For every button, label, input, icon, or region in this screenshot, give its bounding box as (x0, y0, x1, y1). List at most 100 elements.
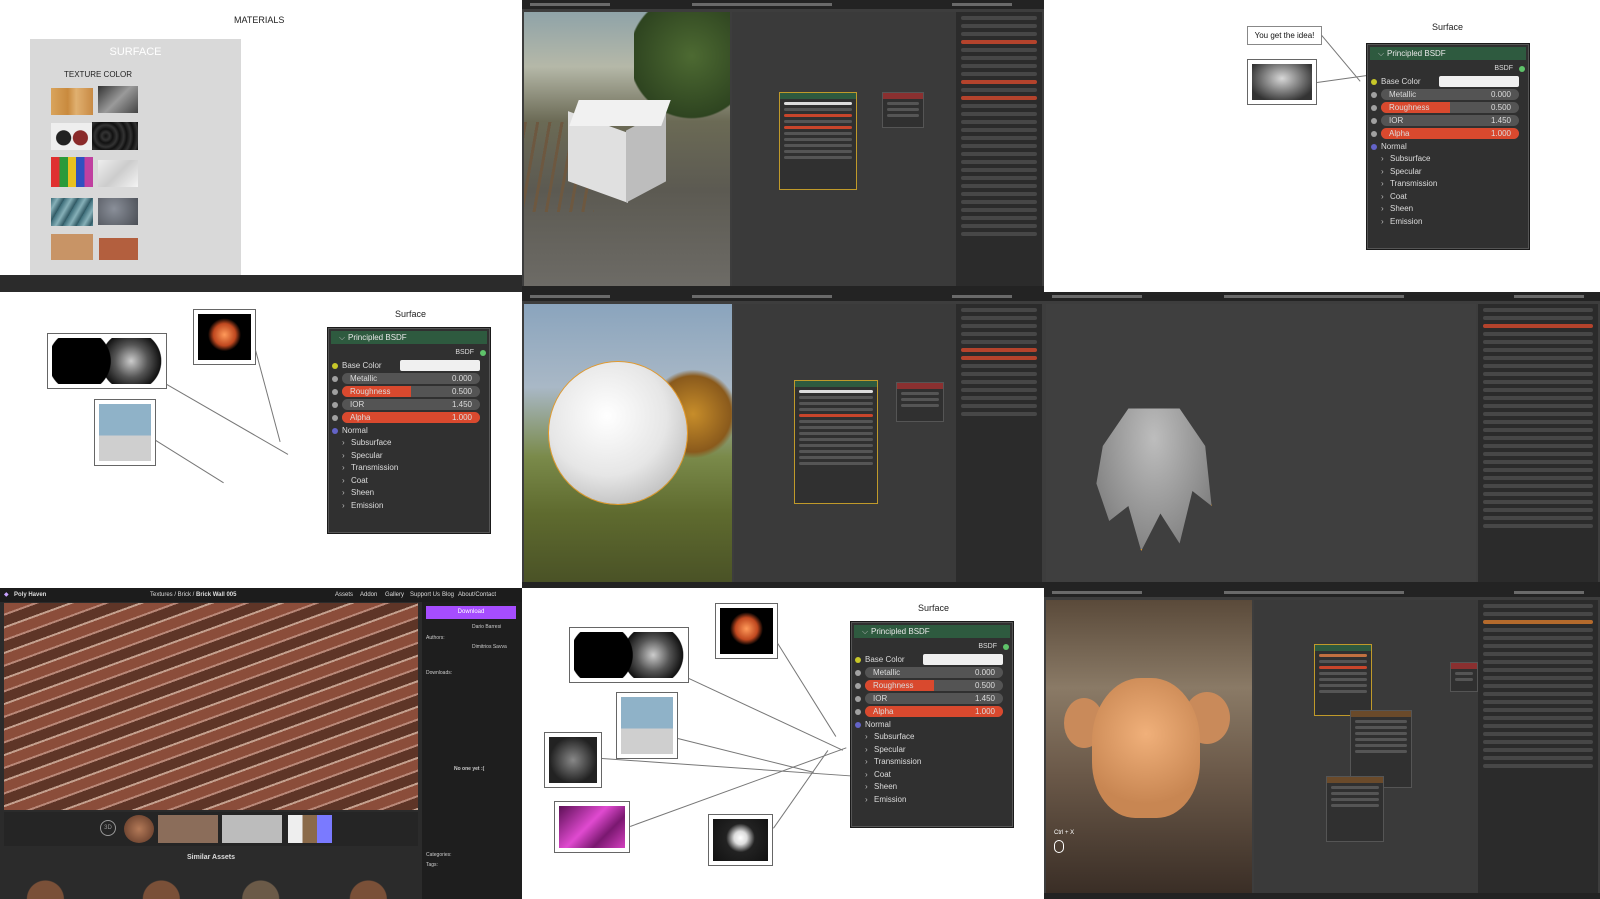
roughness-row[interactable]: Roughness 0.500 (328, 385, 490, 398)
base-color-row[interactable]: Base Color (851, 653, 1013, 666)
subpanel-transmission[interactable]: › Transmission (1367, 178, 1529, 191)
properties-panel[interactable] (1478, 600, 1598, 893)
base-color-swatch[interactable] (400, 360, 480, 371)
alpha-row[interactable]: Alpha 1.000 (328, 411, 490, 424)
material-output-node[interactable] (1450, 662, 1478, 692)
blender-menu-bar[interactable] (1044, 292, 1600, 301)
polyhaven-brand[interactable]: Poly Haven (14, 588, 46, 602)
subpanel-sheen[interactable]: › Sheen (328, 487, 490, 500)
connector-line (166, 384, 289, 455)
image-node[interactable] (1326, 776, 1384, 842)
base-color-row[interactable]: Base Color (1367, 75, 1529, 88)
principled-header[interactable]: ⌵ Principled BSDF (331, 331, 487, 344)
properties-panel[interactable] (956, 12, 1042, 286)
subpanel-emission[interactable]: › Emission (328, 500, 490, 513)
similar-assets-row (4, 868, 418, 899)
subpanel-subsurface[interactable]: › Subsurface (328, 437, 490, 450)
principled-header[interactable]: ⌵ Principled BSDF (854, 625, 1010, 638)
surface-title: Surface (918, 603, 950, 613)
blender-status-bar (1044, 893, 1600, 899)
base-color-swatch[interactable] (1439, 76, 1519, 87)
principled-node[interactable] (794, 380, 878, 504)
metallic-row[interactable]: Metallic 0.000 (328, 372, 490, 385)
subpanel-emission[interactable]: › Emission (1367, 216, 1529, 229)
principled-node[interactable] (1314, 644, 1372, 716)
ior-row[interactable]: IOR 1.450 (851, 692, 1013, 705)
polyhaven-window: ◆ Poly Haven Textures / Brick / Brick Wa… (0, 588, 522, 899)
node-editor[interactable] (1254, 600, 1478, 893)
nav-blog[interactable]: Blog (442, 588, 454, 602)
material-output-node[interactable] (896, 382, 944, 422)
subpanel-transmission[interactable]: › Transmission (328, 462, 490, 475)
subpanel-sheen[interactable]: › Sheen (1367, 203, 1529, 216)
head-backlit-thumbnail (715, 603, 778, 659)
bsdf-output: BSDF (1367, 63, 1529, 75)
nav-assets[interactable]: Assets (335, 588, 353, 602)
slide-title: MATERIALS (234, 15, 285, 25)
subpanel-specular[interactable]: › Specular (851, 744, 1013, 757)
swatch-grid[interactable] (288, 815, 332, 843)
nav-about[interactable]: About/Contact (458, 588, 496, 602)
blender-menu-bar[interactable] (1044, 588, 1600, 597)
surface-spheres-slide: Surface ⌵ Principled BSDF BSDF Base Color… (0, 292, 522, 588)
diffuse-thumb[interactable] (158, 815, 218, 843)
monkey-object[interactable] (1064, 678, 1234, 828)
sphere-object[interactable] (549, 362, 687, 504)
brick-preview[interactable] (4, 603, 418, 810)
subpanel-coat[interactable]: › Coat (1367, 191, 1529, 204)
subpanel-emission[interactable]: › Emission (851, 794, 1013, 807)
normal-thumb[interactable] (222, 815, 282, 843)
properties-panel[interactable] (1478, 304, 1598, 582)
node-editor[interactable] (734, 304, 956, 582)
nav-gallery[interactable]: Gallery (385, 588, 404, 602)
head-backlit-thumbnail (193, 309, 256, 365)
principled-node[interactable] (779, 92, 857, 190)
principled-bsdf-panel[interactable]: ⌵ Principled BSDF BSDF Base Color Metalli… (850, 621, 1014, 828)
sphere-thumb[interactable] (124, 815, 154, 843)
blender-menu-bar[interactable] (522, 292, 1044, 301)
ior-row[interactable]: IOR 1.450 (328, 398, 490, 411)
subpanel-specular[interactable]: › Specular (328, 450, 490, 463)
subpanel-subsurface[interactable]: › Subsurface (851, 731, 1013, 744)
author-1[interactable]: Dario Barresi (472, 624, 501, 630)
rotate-3d-icon[interactable]: 3D (100, 820, 116, 836)
connector-line (1321, 35, 1361, 82)
metallic-row[interactable]: Metallic 0.000 (851, 666, 1013, 679)
nav-addon[interactable]: Addon (360, 588, 377, 602)
node-editor[interactable] (732, 12, 956, 286)
subpanel-coat[interactable]: › Coat (328, 475, 490, 488)
subpanel-transmission[interactable]: › Transmission (851, 756, 1013, 769)
principled-header[interactable]: ⌵ Principled BSDF (1370, 47, 1526, 60)
properties-panel[interactable] (956, 304, 1042, 582)
viewport-3d[interactable] (1046, 304, 1476, 582)
author-2[interactable]: Dimitrios Savva (472, 644, 507, 650)
viewport-3d[interactable] (524, 304, 732, 582)
polyhaven-logo-icon[interactable]: ◆ (4, 588, 9, 602)
viewport-3d[interactable]: Ctrl + X (1046, 600, 1252, 893)
roughness-row[interactable]: Roughness 0.500 (851, 679, 1013, 692)
subpanel-specular[interactable]: › Specular (1367, 166, 1529, 179)
cube-object[interactable] (568, 100, 671, 210)
base-color-swatch[interactable] (923, 654, 1003, 665)
nav-support[interactable]: Support Us (410, 588, 440, 602)
principled-bsdf-panel[interactable]: ⌵ Principled BSDF BSDF Base Color Metalli… (1366, 43, 1530, 250)
viewport-3d[interactable] (524, 12, 730, 286)
breadcrumb[interactable]: Textures / Brick / Brick Wall 005 (150, 588, 236, 602)
alpha-row[interactable]: Alpha 1.000 (851, 705, 1013, 718)
subpanel-coat[interactable]: › Coat (851, 769, 1013, 782)
metallic-row[interactable]: Metallic 0.000 (1367, 88, 1529, 101)
alpha-row[interactable]: Alpha 1.000 (1367, 127, 1529, 140)
download-button[interactable]: Download (426, 606, 516, 619)
subpanel-sheen[interactable]: › Sheen (851, 781, 1013, 794)
sphere-pair-thumbnail (569, 627, 689, 683)
tags-label: Tags: (426, 862, 438, 868)
base-color-row[interactable]: Base Color (328, 359, 490, 372)
principled-bsdf-panel[interactable]: ⌵ Principled BSDF BSDF Base Color Metalli… (327, 327, 491, 534)
roughness-row[interactable]: Roughness 0.500 (1367, 101, 1529, 114)
cloth-object[interactable] (1096, 408, 1212, 551)
blender-sphere-window (522, 292, 1044, 588)
blender-menu-bar[interactable] (522, 0, 1044, 9)
material-output-node[interactable] (882, 92, 924, 128)
subpanel-subsurface[interactable]: › Subsurface (1367, 153, 1529, 166)
ior-row[interactable]: IOR 1.450 (1367, 114, 1529, 127)
